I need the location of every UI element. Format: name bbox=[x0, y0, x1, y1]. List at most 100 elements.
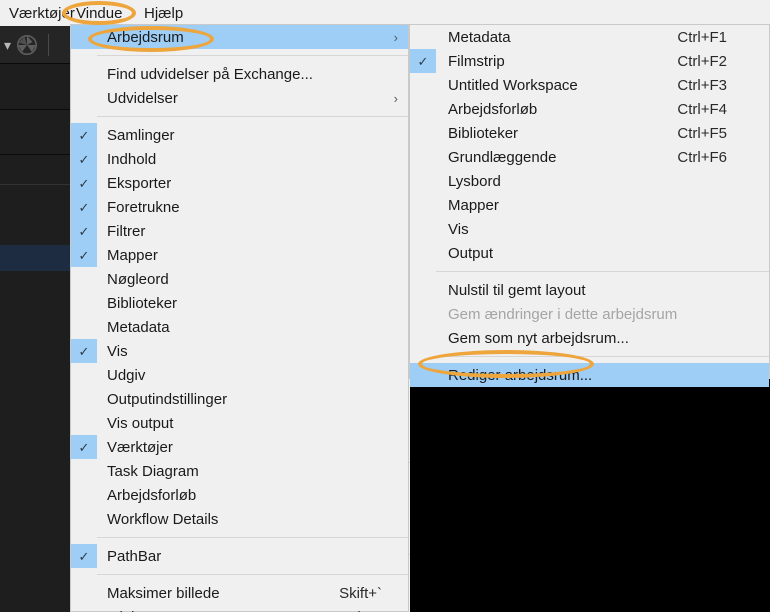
menu-item-label: PathBar bbox=[107, 547, 162, 565]
menu-item-label: Rediger arbejdsrum... bbox=[448, 366, 593, 384]
window-menu-item-biblioteker[interactable]: Biblioteker bbox=[71, 291, 408, 315]
menu-item-label: Gem ændringer i dette arbejdsrum bbox=[448, 305, 678, 323]
window-menu-item-værktøjer[interactable]: ✓ Værktøjer bbox=[71, 435, 408, 459]
chevron-down-icon[interactable]: ▾ bbox=[4, 38, 11, 52]
window-menu-item-mapper[interactable]: ✓ Mapper bbox=[71, 243, 408, 267]
menu-separator bbox=[97, 537, 408, 538]
checkmark-slot bbox=[410, 121, 436, 145]
menu-item-label: Task Diagram bbox=[107, 462, 199, 480]
panel-section-4[interactable] bbox=[0, 185, 70, 245]
window-menu-item-foretrukne[interactable]: ✓ Foretrukne bbox=[71, 195, 408, 219]
checkmark-slot bbox=[71, 315, 97, 339]
check-glyph: ✓ bbox=[78, 247, 90, 263]
menu-item-label: Vis bbox=[107, 342, 128, 360]
chevron-right-icon: › bbox=[393, 90, 398, 106]
left-toolbar-strip: ▾ bbox=[0, 26, 70, 64]
panel-section-3[interactable] bbox=[0, 155, 70, 185]
checkmark-slot bbox=[71, 62, 97, 86]
window-menu-item-eksporter[interactable]: ✓ Eksporter bbox=[71, 171, 408, 195]
window-menu-item-arbejdsrum[interactable]: Arbejdsrum › bbox=[71, 25, 408, 49]
workspace-menu-item-grundlæggende[interactable]: Grundlæggende Ctrl+F6 bbox=[410, 145, 769, 169]
checkmark-slot bbox=[410, 326, 436, 350]
window-menu-item-vis[interactable]: ✓ Vis bbox=[71, 339, 408, 363]
window-menu-item-nøgleord[interactable]: Nøgleord bbox=[71, 267, 408, 291]
panel-section-2[interactable] bbox=[0, 110, 70, 155]
checkmark-slot bbox=[71, 86, 97, 110]
window-menu-item-find-udvidelser-på-exchange[interactable]: Find udvidelser på Exchange... bbox=[71, 62, 408, 86]
window-menu-item-vis-output[interactable]: Vis output bbox=[71, 411, 408, 435]
checkmark-slot bbox=[71, 363, 97, 387]
menu-item-shortcut: Ctrl+F5 bbox=[677, 124, 727, 142]
workspace-menu-item-arbejdsforløb[interactable]: Arbejdsforløb Ctrl+F4 bbox=[410, 97, 769, 121]
window-menu-item-outputindstillinger[interactable]: Outputindstillinger bbox=[71, 387, 408, 411]
workspace-menu-item-mapper[interactable]: Mapper bbox=[410, 193, 769, 217]
workspace-submenu[interactable]: Metadata Ctrl+F1 ✓ Filmstrip Ctrl+F2 Untitled… bbox=[409, 24, 770, 387]
checkmark-icon: ✓ bbox=[71, 171, 97, 195]
checkmark-icon: ✓ bbox=[71, 147, 97, 171]
checkmark-slot bbox=[71, 387, 97, 411]
panel-section-1[interactable] bbox=[0, 64, 70, 110]
check-glyph: ✓ bbox=[78, 199, 90, 215]
aperture-icon[interactable] bbox=[15, 33, 39, 57]
checkmark-slot bbox=[410, 97, 436, 121]
workspace-menu-item-metadata[interactable]: Metadata Ctrl+F1 bbox=[410, 25, 769, 49]
window-menu-item-arbejdsforløb[interactable]: Arbejdsforløb bbox=[71, 483, 408, 507]
menubar-item-vindue[interactable]: Vindue bbox=[67, 0, 131, 26]
menu-item-label: Metadata bbox=[448, 28, 511, 46]
menu-item-shortcut: Ctrl+F6 bbox=[677, 148, 727, 166]
window-menu-item-maksimer-billede[interactable]: Maksimer billede Skift+` bbox=[71, 581, 408, 605]
menu-item-label: Vis bbox=[448, 220, 469, 238]
window-menu-item-task-diagram[interactable]: Task Diagram bbox=[71, 459, 408, 483]
menu-item-label: Metadata bbox=[107, 318, 170, 336]
window-menu-item-udvidelser[interactable]: Udvidelser › bbox=[71, 86, 408, 110]
menu-item-label: Lysbord bbox=[448, 172, 501, 190]
checkmark-slot bbox=[71, 267, 97, 291]
window-menu-item-udgiv[interactable]: Udgiv bbox=[71, 363, 408, 387]
workspace-menu-item-vis[interactable]: Vis bbox=[410, 217, 769, 241]
menu-item-label: Filmstrip bbox=[448, 52, 505, 70]
menu-item-label: Indhold bbox=[107, 150, 157, 168]
workspace-menu-item-output[interactable]: Output bbox=[410, 241, 769, 265]
checkmark-icon: ✓ bbox=[71, 243, 97, 267]
window-menu-item-minimer[interactable]: Minimer Ctrl+M bbox=[71, 605, 408, 612]
image-viewer[interactable] bbox=[410, 378, 770, 612]
workspace-menu-item-gem-som-nyt-arbejdsrum[interactable]: Gem som nyt arbejdsrum... bbox=[410, 326, 769, 350]
menu-item-label: Arbejdsforløb bbox=[448, 100, 538, 118]
checkmark-icon: ✓ bbox=[71, 339, 97, 363]
window-menu-item-pathbar[interactable]: ✓ PathBar bbox=[71, 544, 408, 568]
panel-section-selected[interactable] bbox=[0, 245, 70, 271]
workspace-menu-item-untitled-workspace[interactable]: Untitled Workspace Ctrl+F3 bbox=[410, 73, 769, 97]
workspace-menu-item-lysbord[interactable]: Lysbord bbox=[410, 169, 769, 193]
menu-item-label: Gem som nyt arbejdsrum... bbox=[448, 329, 629, 347]
menu-item-label: Output bbox=[448, 244, 494, 262]
check-glyph: ✓ bbox=[78, 439, 90, 455]
checkmark-slot bbox=[410, 241, 436, 265]
window-menu-dropdown[interactable]: Arbejdsrum › Find udvidelser på Exchange..… bbox=[70, 24, 409, 612]
menu-item-label: Filtrer bbox=[107, 222, 146, 240]
menu-separator bbox=[97, 55, 408, 56]
workspace-menu-item-filmstrip[interactable]: ✓ Filmstrip Ctrl+F2 bbox=[410, 49, 769, 73]
workspace-menu-item-gem-ændringer-i-dette-arbejdsrum[interactable]: Gem ændringer i dette arbejdsrum bbox=[410, 302, 769, 326]
menu-item-shortcut: Ctrl+M bbox=[337, 605, 382, 612]
menu-separator bbox=[97, 116, 408, 117]
menu-item-shortcut: Ctrl+F1 bbox=[677, 28, 727, 46]
checkmark-icon: ✓ bbox=[71, 219, 97, 243]
checkmark-slot bbox=[71, 411, 97, 435]
window-menu-item-indhold[interactable]: ✓ Indhold bbox=[71, 147, 408, 171]
window-menu-item-filtrer[interactable]: ✓ Filtrer bbox=[71, 219, 408, 243]
menu-item-label: Find udvidelser på Exchange... bbox=[107, 65, 313, 83]
checkmark-slot bbox=[71, 605, 97, 612]
menu-separator bbox=[436, 356, 769, 357]
checkmark-slot bbox=[71, 291, 97, 315]
window-menu-item-workflow-details[interactable]: Workflow Details bbox=[71, 507, 408, 531]
workspace-menu-item-nulstil-til-gemt-layout[interactable]: Nulstil til gemt layout bbox=[410, 278, 769, 302]
workspace-menu-item-biblioteker[interactable]: Biblioteker Ctrl+F5 bbox=[410, 121, 769, 145]
window-menu-item-samlinger[interactable]: ✓ Samlinger bbox=[71, 123, 408, 147]
checkmark-slot bbox=[410, 193, 436, 217]
screen-root: ▾ Værktøjer Vindue Hjælp Arbejdsrum › Find u… bbox=[0, 0, 770, 612]
menubar-item-hj-lp[interactable]: Hjælp bbox=[135, 0, 192, 26]
checkmark-icon: ✓ bbox=[71, 123, 97, 147]
panel-section-5[interactable] bbox=[0, 271, 70, 612]
workspace-menu-item-rediger-arbejdsrum[interactable]: Rediger arbejdsrum... bbox=[410, 363, 769, 387]
window-menu-item-metadata[interactable]: Metadata bbox=[71, 315, 408, 339]
